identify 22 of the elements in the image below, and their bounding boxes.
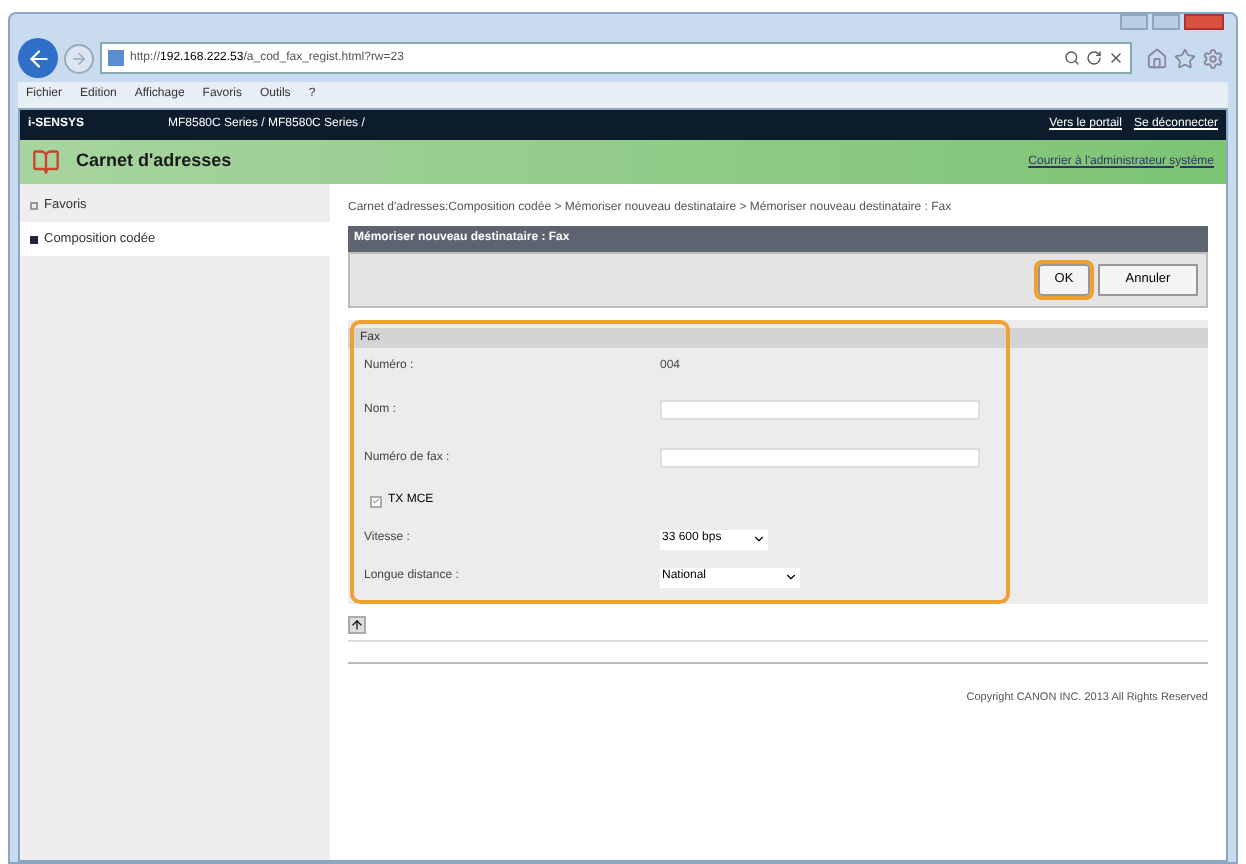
- checkbox[interactable]: [370, 495, 382, 507]
- refresh-icon[interactable]: [1086, 50, 1102, 66]
- home-icon[interactable]: [1146, 47, 1168, 69]
- close-button[interactable]: [1184, 14, 1224, 30]
- caret-icon: [752, 532, 766, 546]
- minimize-button[interactable]: [1120, 14, 1148, 30]
- favorites-icon[interactable]: [1174, 47, 1196, 69]
- back-arrow-icon: [25, 45, 51, 71]
- maximize-button[interactable]: [1152, 14, 1180, 30]
- address-book-icon: [32, 148, 60, 176]
- page-title: Carnet d'adresses: [76, 148, 232, 175]
- forward-arrow-icon: [70, 49, 88, 67]
- search-icon[interactable]: [1064, 50, 1080, 66]
- stop-icon[interactable]: [1108, 50, 1124, 66]
- input-field[interactable]: [660, 448, 980, 468]
- input-field[interactable]: [660, 400, 980, 420]
- back-button[interactable]: [18, 38, 58, 78]
- forward-button[interactable]: [64, 43, 94, 73]
- caret-icon: [784, 570, 798, 584]
- top-icon[interactable]: [348, 616, 366, 634]
- site-icon: [108, 50, 124, 66]
- settings-icon[interactable]: [1202, 47, 1224, 69]
